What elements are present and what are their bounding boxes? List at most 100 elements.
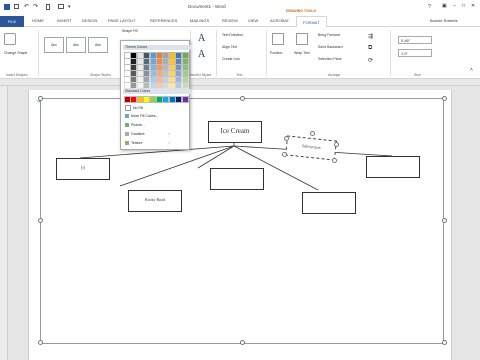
texture-icon bbox=[125, 141, 129, 146]
create-link-button[interactable]: Create Link bbox=[222, 57, 240, 61]
send-backward-button[interactable]: Send Backward bbox=[318, 45, 343, 49]
group-divider bbox=[190, 30, 191, 76]
canvas-handle-br[interactable] bbox=[442, 340, 447, 345]
arrange-group-label: Arrange bbox=[328, 73, 341, 77]
close-icon[interactable]: ✕ bbox=[471, 3, 475, 9]
text-group-label: Text bbox=[236, 73, 243, 77]
align-icon[interactable]: ⇶ bbox=[368, 33, 373, 40]
theme-colors-header: Theme Colors bbox=[123, 45, 191, 50]
texture-fill-label: Texture bbox=[131, 141, 143, 145]
canvas-handle-top[interactable] bbox=[240, 96, 245, 101]
color-palette-icon bbox=[125, 114, 129, 119]
page-icon[interactable] bbox=[46, 4, 50, 10]
shapes-gallery-icon[interactable] bbox=[4, 33, 16, 45]
shape-fill-button[interactable]: Shape Fill bbox=[122, 29, 138, 33]
group-divider bbox=[216, 30, 217, 76]
vertical-ruler[interactable] bbox=[0, 86, 8, 360]
tab-file[interactable]: FILE bbox=[0, 16, 24, 27]
gradient-fill-item[interactable]: Gradient › bbox=[125, 132, 170, 137]
more-fill-colors-label: More Fill Colors... bbox=[131, 114, 159, 118]
tab-acrobat[interactable]: ACROBAT bbox=[270, 18, 289, 23]
shape-style-3[interactable]: Abc bbox=[88, 37, 108, 53]
theme-color-swatch[interactable] bbox=[181, 82, 189, 89]
position-button[interactable]: Position bbox=[270, 51, 282, 55]
text-outline-icon[interactable]: A bbox=[198, 49, 205, 60]
undo-icon[interactable]: ↶ bbox=[24, 3, 29, 10]
child-node-2[interactable] bbox=[210, 168, 264, 190]
rotate-icon[interactable]: ⟳ bbox=[368, 57, 373, 64]
shape-width-field[interactable]: 1.9" bbox=[398, 49, 432, 57]
tab-design[interactable]: DESIGN bbox=[82, 18, 97, 23]
gradient-icon bbox=[125, 132, 129, 137]
size-group-label: Size bbox=[414, 73, 421, 77]
standard-color-swatch[interactable] bbox=[181, 96, 189, 103]
canvas-handle-bottom[interactable] bbox=[240, 340, 245, 345]
group-divider bbox=[266, 30, 267, 76]
word-app-icon[interactable] bbox=[4, 4, 10, 10]
maximize-icon[interactable]: □ bbox=[462, 3, 465, 9]
resize-handle-tl[interactable] bbox=[284, 136, 289, 141]
gradient-fill-label: Gradient bbox=[131, 132, 145, 136]
ribbon-tabs: DRAWING TOOLS FILE HOME INSERT DESIGN PA… bbox=[0, 9, 480, 29]
horizontal-ruler[interactable] bbox=[0, 79, 480, 86]
canvas-handle-left[interactable] bbox=[38, 218, 43, 223]
wrap-text-button[interactable]: Wrap Text bbox=[294, 51, 310, 55]
resize-handle-tr[interactable] bbox=[334, 142, 339, 147]
shape-style-2[interactable]: Abc bbox=[66, 37, 86, 53]
more-fill-colors-item[interactable]: More Fill Colors... bbox=[125, 114, 159, 119]
tab-home[interactable]: HOME bbox=[32, 18, 44, 23]
save-icon[interactable] bbox=[14, 4, 19, 9]
tab-references[interactable]: REFERENCES bbox=[150, 18, 177, 23]
child-node-3[interactable] bbox=[302, 192, 356, 214]
submenu-arrow-icon: › bbox=[168, 132, 170, 136]
no-fill-item[interactable]: No Fill bbox=[125, 105, 143, 111]
canvas-handle-tl[interactable] bbox=[38, 96, 43, 101]
canvas-handle-right[interactable] bbox=[442, 218, 447, 223]
help-icon[interactable]: ? bbox=[428, 4, 431, 10]
tab-review[interactable]: REVIEW bbox=[222, 18, 238, 23]
resize-handle-br[interactable] bbox=[332, 158, 337, 163]
position-icon[interactable] bbox=[272, 33, 284, 45]
wrap-text-icon[interactable] bbox=[296, 33, 308, 45]
wordart-group-label: WordArt Styles bbox=[188, 73, 212, 77]
root-node[interactable]: Ice Cream bbox=[208, 121, 262, 143]
user-name[interactable]: Bonnie Roberts bbox=[430, 18, 458, 23]
redo-icon[interactable]: ↷ bbox=[33, 3, 38, 10]
align-text-button[interactable]: Align Text bbox=[222, 45, 237, 49]
tab-view[interactable]: VIEW bbox=[248, 18, 258, 23]
ribbon-display-icon[interactable]: ▣ bbox=[442, 3, 447, 9]
rotate-handle[interactable] bbox=[310, 131, 315, 136]
change-shape-button[interactable]: Change Shape bbox=[4, 51, 27, 55]
child-node-4[interactable] bbox=[366, 156, 420, 178]
shape-styles-group-label: Shape Styles bbox=[90, 73, 111, 77]
canvas-handle-tr[interactable] bbox=[442, 96, 447, 101]
child-node-1[interactable]: [t] bbox=[56, 158, 110, 180]
tab-insert[interactable]: INSERT bbox=[57, 18, 72, 23]
drawing-tools-label: DRAWING TOOLS bbox=[286, 9, 316, 13]
text-direction-button[interactable]: Text Direction bbox=[222, 33, 243, 37]
shape-fill-menu: Theme Colors Standard Colors No Fill Mor… bbox=[120, 40, 191, 150]
shape-style-1[interactable]: Abc bbox=[44, 37, 64, 53]
selection-pane-button[interactable]: Selection Pane bbox=[318, 57, 342, 61]
print-preview-icon[interactable] bbox=[58, 4, 64, 9]
no-fill-icon bbox=[125, 105, 131, 111]
minimize-icon[interactable]: – bbox=[453, 3, 456, 9]
group-icon[interactable]: ⧉ bbox=[368, 45, 372, 52]
bring-forward-button[interactable]: Bring Forward bbox=[318, 33, 340, 37]
shape-height-field[interactable]: 0.46" bbox=[398, 36, 432, 44]
tab-mailings[interactable]: MAILINGS bbox=[190, 18, 209, 23]
canvas-handle-bl[interactable] bbox=[38, 340, 43, 345]
tab-page-layout[interactable]: PAGE LAYOUT bbox=[108, 18, 136, 23]
ribbon: Change Shape Insert Shapes Abc Abc Abc S… bbox=[0, 27, 480, 79]
grandchild-node[interactable]: Rocky Road bbox=[128, 190, 182, 212]
group-divider bbox=[38, 30, 39, 76]
collapse-ribbon-icon[interactable]: ˄ bbox=[470, 67, 473, 73]
picture-icon bbox=[125, 123, 129, 128]
resize-handle-bl[interactable] bbox=[282, 152, 287, 157]
picture-fill-item[interactable]: Picture... bbox=[125, 123, 145, 128]
title-bar: ↶ ↷ ▾ Document1 - Word ? ▣ – □ ✕ bbox=[0, 0, 480, 16]
no-fill-label: No Fill bbox=[133, 105, 143, 110]
texture-fill-item[interactable]: Texture › bbox=[125, 141, 170, 146]
customize-toolbar-icon[interactable]: ▾ bbox=[68, 4, 71, 10]
text-fill-icon[interactable]: A bbox=[198, 33, 205, 44]
